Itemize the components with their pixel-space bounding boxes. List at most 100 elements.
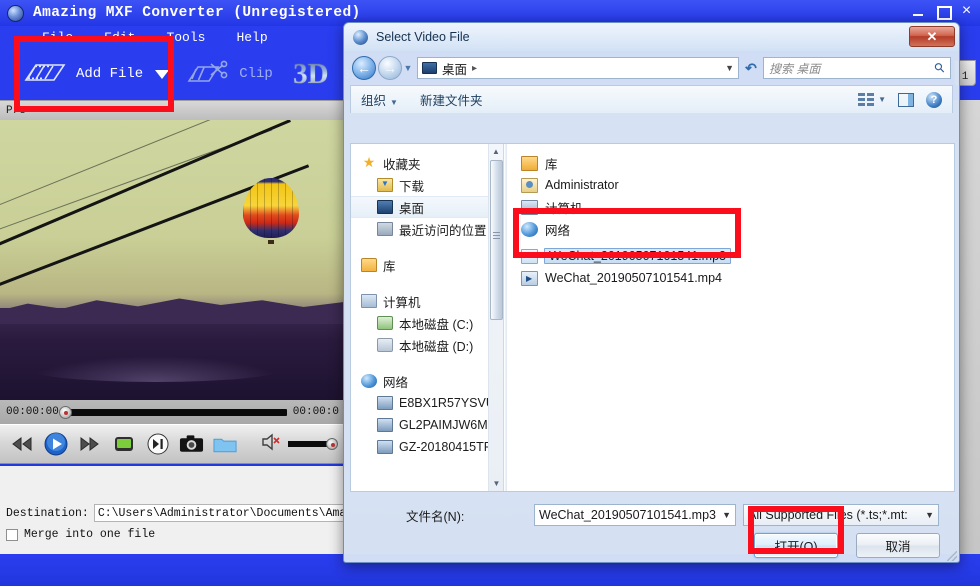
navigation-list: ★ 收藏夹 下载 桌面 最近访问的位置 [351, 144, 503, 458]
menu-item-tools[interactable]: Tools [166, 30, 205, 45]
cancel-button[interactable]: 取消 [856, 533, 940, 558]
chevron-down-icon[interactable]: ▼ [925, 510, 934, 520]
chevron-down-icon[interactable]: ▼ [722, 510, 731, 520]
merge-checkbox[interactable] [6, 528, 18, 541]
next-frame-icon[interactable] [145, 432, 170, 457]
address-bar[interactable]: 桌面 ▸ ▼ [417, 57, 739, 79]
chevron-down-icon[interactable] [155, 69, 170, 79]
filename-input[interactable]: WeChat_20190507101541.mp3 ▼ [534, 504, 736, 526]
sidebar-item-downloads[interactable]: 下载 [351, 174, 503, 196]
minimize-icon[interactable] [911, 3, 926, 20]
dialog-titlebar: Select Video File ✕ [344, 23, 959, 51]
open-button[interactable]: 打开(O) [754, 533, 838, 558]
breadcrumb[interactable]: 桌面 [442, 59, 467, 78]
view-mode-button[interactable]: ▼ [858, 92, 886, 107]
file-name: 网络 [545, 223, 571, 238]
fast-forward-icon[interactable] [77, 432, 102, 457]
destination-input[interactable]: C:\Users\Administrator\Documents\Amazing… [93, 504, 344, 522]
seek-slider[interactable] [58, 405, 287, 419]
scrollbar-grip [493, 232, 500, 239]
seek-handle[interactable] [58, 405, 72, 419]
file-name: Administrator [545, 178, 619, 192]
network-computer-icon [377, 440, 393, 454]
list-item[interactable]: Administrator [517, 174, 954, 196]
sidebar-item-computer[interactable]: 计算机 [351, 290, 503, 312]
organize-button[interactable]: 组织 ▼ [361, 90, 398, 109]
destination-row: Destination: C:\Users\Administrator\Docu… [6, 504, 344, 522]
menu-item-edit[interactable]: Edit [104, 30, 135, 45]
volume-slider[interactable] [288, 438, 338, 450]
new-folder-button[interactable]: 新建文件夹 [420, 90, 483, 109]
volume-handle[interactable] [326, 438, 338, 450]
snapshot-icon[interactable] [179, 432, 204, 457]
scroll-down-icon[interactable]: ▼ [489, 476, 503, 491]
file-type-filter[interactable]: All Supported Files (*.ts;*.mt: ▼ [743, 504, 939, 526]
scrollbar-thumb[interactable] [490, 160, 503, 320]
menu-item-file[interactable]: File [42, 30, 73, 45]
menu-item-help[interactable]: Help [236, 30, 267, 45]
sidebar-item-label: GZ-20180415TF [399, 440, 492, 454]
scroll-up-icon[interactable]: ▲ [489, 144, 503, 159]
search-placeholder: 搜索 桌面 [769, 61, 821, 76]
list-item[interactable]: 网络 [517, 218, 954, 240]
network-icon [361, 374, 377, 388]
address-caret-icon[interactable]: ▼ [725, 63, 734, 73]
add-file-button[interactable]: Add File [22, 58, 170, 90]
computer-icon [361, 294, 377, 308]
file-name: WeChat_20190507101541.mp4 [545, 271, 722, 285]
clip-label: Clip [239, 66, 273, 82]
video-preview[interactable] [0, 120, 345, 400]
local-disk-c-icon [377, 316, 393, 330]
filename-label: 文件名(N): [406, 509, 465, 524]
sidebar-item-library[interactable]: 库 [351, 254, 503, 276]
maximize-icon[interactable] [935, 3, 952, 20]
preview-pane-icon[interactable] [898, 92, 914, 107]
forward-arrow-icon[interactable]: → [378, 56, 402, 80]
close-icon[interactable]: × [959, 3, 974, 20]
sidebar-item-local-disk-c[interactable]: 本地磁盘 (C:) [351, 312, 503, 334]
back-arrow-icon[interactable]: ← [352, 56, 376, 80]
merge-row: Merge into one file [6, 528, 155, 541]
app-logo-icon [7, 4, 24, 22]
stop-icon[interactable] [111, 432, 136, 457]
dialog-buttons: 打开(O) 取消 [754, 533, 940, 558]
time-current: 00:00:00 [6, 406, 59, 418]
sidebar-item-network-3[interactable]: GZ-20180415TF [351, 436, 503, 458]
breadcrumb-separator-icon: ▸ [472, 62, 478, 74]
list-item-mp4[interactable]: WeChat_20190507101541.mp4 [517, 267, 954, 289]
volume-muted-icon[interactable] [261, 433, 283, 456]
open-folder-icon[interactable] [213, 432, 238, 457]
sidebar-item-network[interactable]: 网络 [351, 370, 503, 392]
history-dropdown-icon[interactable]: ▼ [402, 63, 414, 73]
sidebar-item-network-1[interactable]: E8BX1R57YSVU [351, 392, 503, 414]
sidebar-item-local-disk-d[interactable]: 本地磁盘 (D:) [351, 334, 503, 356]
sidebar-item-desktop[interactable]: 桌面 [351, 196, 503, 218]
volume-control[interactable] [261, 433, 345, 456]
sidebar-item-recent-places[interactable]: 最近访问的位置 [351, 218, 503, 240]
sidebar-item-favorites[interactable]: ★ 收藏夹 [351, 152, 503, 174]
help-icon[interactable]: ? [926, 91, 942, 108]
rewind-icon[interactable] [9, 432, 34, 457]
clip-button[interactable]: Clip [185, 58, 273, 90]
preview-label-bar: Pre [0, 100, 345, 120]
sidebar-item-network-2[interactable]: GL2PAIMJW6M [351, 414, 503, 436]
dialog-close-button[interactable]: ✕ [909, 26, 955, 47]
dialog-body: ★ 收藏夹 下载 桌面 最近访问的位置 [350, 143, 955, 492]
resize-grip[interactable] [947, 551, 957, 561]
sidebar-item-label: 下载 [399, 179, 425, 194]
network-computer-icon [377, 418, 393, 432]
list-item-mp3[interactable]: WeChat_20190507101541.mp3 [517, 245, 954, 267]
preview-label: Pre [6, 104, 26, 117]
play-icon[interactable] [43, 432, 68, 457]
list-item[interactable]: 库 [517, 152, 954, 174]
sidebar-item-label: 桌面 [399, 201, 425, 216]
navigation-scrollbar[interactable]: ▲ ▼ [488, 144, 503, 491]
sidebar-item-label: 网络 [383, 375, 409, 390]
list-item[interactable]: 计算机 [517, 196, 954, 218]
refresh-icon[interactable]: ↶ [739, 60, 763, 77]
search-input[interactable]: 搜索 桌面 ⚲ [763, 57, 951, 79]
film-strip-icon [22, 58, 68, 90]
library-icon [361, 258, 377, 272]
destination-pane: Destination: C:\Users\Administrator\Docu… [0, 464, 345, 554]
destination-label: Destination: [6, 506, 89, 520]
